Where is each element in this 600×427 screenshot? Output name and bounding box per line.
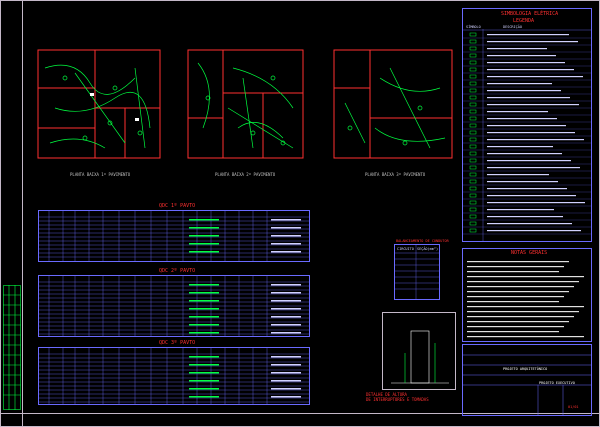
switch-height-detail[interactable] — [382, 312, 456, 390]
title-block-phase: PROJETO EXECUTIVO — [539, 381, 575, 385]
legend-panel[interactable]: SIMBOLOGIA ELÉTRICA LEGENDA SÍMBOLO DESC… — [462, 8, 592, 242]
qdc-table-2[interactable]: QDC 2º PAVTO — [38, 268, 310, 337]
legend-rows — [463, 29, 591, 241]
left-index-grid — [3, 285, 21, 410]
qdc-table-3-title: QDC 3º PAVTO — [159, 340, 196, 346]
qdc-table-3[interactable]: QDC 3º PAVTO — [38, 340, 310, 405]
floor-plan-3[interactable] — [330, 48, 458, 170]
plan-2-caption: PLANTA BAIXA 2º PAVIMENTO — [215, 172, 276, 177]
conductor-table-title: BALANCEAMENTO DE CONDUTOR — [396, 239, 449, 243]
floor-plan-2[interactable] — [183, 48, 308, 170]
title-block-sheet: 01/01 — [568, 405, 579, 409]
qdc-table-1-title: QDC 1º PAVTO — [159, 203, 196, 209]
plan-1-caption: PLANTA BAIXA 1º PAVIMENTO — [70, 172, 131, 177]
plan-3-caption: PLANTA BAIXA 3º PAVIMENTO — [365, 172, 426, 177]
qdc-table-2-title: QDC 2º PAVTO — [159, 268, 196, 274]
left-margin-line — [22, 0, 23, 427]
conductor-table[interactable]: BALANCEAMENTO DE CONDUTOR CIRCUITO SEÇÃO… — [394, 239, 449, 300]
detail-caption: DETALHE DE ALTURA DE INTERRUPTORES E TOM… — [366, 392, 429, 402]
notes-panel[interactable]: NOTAS GERAIS — [462, 248, 592, 342]
floor-plan-1[interactable] — [35, 48, 165, 170]
qdc-table-1[interactable]: QDC 1º PAVTO — [38, 203, 310, 262]
title-block[interactable]: PROJETO ARQUITETÔNICO PROJETO EXECUTIVO … — [462, 344, 592, 416]
title-block-project: PROJETO ARQUITETÔNICO — [503, 367, 548, 371]
